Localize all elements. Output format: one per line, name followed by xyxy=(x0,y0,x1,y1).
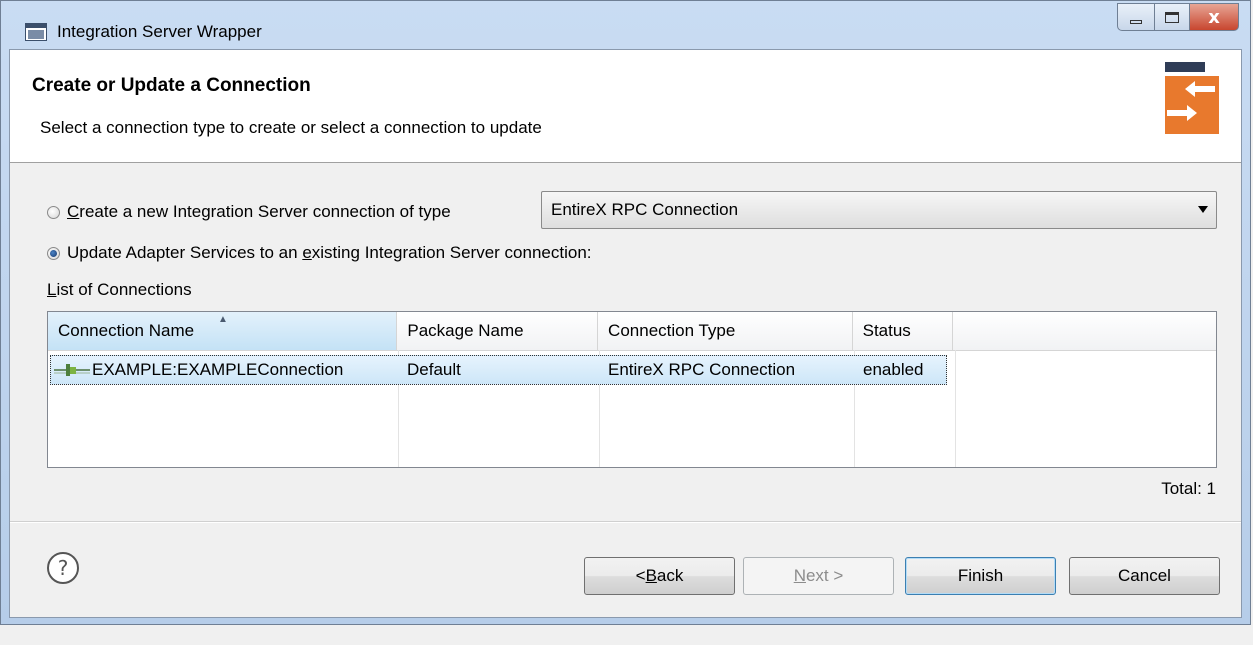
close-button[interactable]: x xyxy=(1189,3,1239,31)
column-header-label: Connection Name xyxy=(58,321,195,340)
connection-name-text: EXAMPLE:EXAMPLEConnection xyxy=(92,360,344,379)
connection-wizard-icon xyxy=(1165,62,1219,134)
column-header-filler xyxy=(953,312,1216,350)
sort-ascending-icon: ▲ xyxy=(218,314,228,325)
back-button[interactable]: < Back xyxy=(584,557,735,595)
create-connection-label: Create a new Integration Server connecti… xyxy=(67,202,451,221)
connections-table[interactable]: Connection Name ▲ Package Name Connectio… xyxy=(47,311,1217,468)
maximize-button[interactable] xyxy=(1154,3,1190,31)
page-subtitle: Select a connection type to create or se… xyxy=(40,118,542,137)
minimize-icon xyxy=(1130,20,1142,24)
update-connection-option[interactable]: Update Adapter Services to an existing I… xyxy=(47,243,592,263)
column-header-label: Package Name xyxy=(407,321,524,340)
wizard-header: Create or Update a Connection Select a c… xyxy=(10,50,1241,163)
column-divider xyxy=(955,350,956,467)
app-window-icon xyxy=(25,23,47,41)
cell-connection-type: EntireX RPC Connection xyxy=(608,360,796,379)
page-title: Create or Update a Connection xyxy=(32,75,311,96)
cell-package-name: Default xyxy=(407,360,461,379)
divider xyxy=(10,521,1241,523)
connection-type-select[interactable]: EntireX RPC Connection xyxy=(541,191,1217,229)
dialog-window: Integration Server Wrapper x Create or U… xyxy=(0,0,1251,625)
cell-connection-name: EXAMPLE:EXAMPLEConnection xyxy=(51,356,399,384)
minimize-button[interactable] xyxy=(1117,3,1155,31)
table-header: Connection Name ▲ Package Name Connectio… xyxy=(48,312,1216,351)
connection-type-value: EntireX RPC Connection xyxy=(551,200,739,219)
window-title: Integration Server Wrapper xyxy=(57,22,262,41)
help-button[interactable]: ? xyxy=(46,551,80,585)
title-bar[interactable]: Integration Server Wrapper x xyxy=(1,1,1250,49)
update-connection-radio[interactable] xyxy=(47,246,60,260)
maximize-icon xyxy=(1165,11,1179,23)
update-connection-label: Update Adapter Services to an existing I… xyxy=(67,243,592,262)
connection-plug-icon xyxy=(54,364,90,376)
svg-text:?: ? xyxy=(58,556,69,580)
list-of-connections-label: List of Connections xyxy=(47,280,192,299)
column-header-label: Connection Type xyxy=(608,321,736,340)
column-header-connection-type[interactable]: Connection Type xyxy=(598,312,853,350)
cell-status: enabled xyxy=(863,360,924,379)
create-connection-radio[interactable] xyxy=(47,205,60,219)
close-icon: x xyxy=(1208,6,1220,28)
column-header-label: Status xyxy=(862,321,911,340)
cancel-button[interactable]: Cancel xyxy=(1069,557,1220,595)
chevron-down-icon[interactable] xyxy=(1198,206,1208,213)
dialog-client-area: Create or Update a Connection Select a c… xyxy=(9,49,1242,618)
column-header-connection-name[interactable]: Connection Name ▲ xyxy=(48,312,398,350)
finish-button[interactable]: Finish xyxy=(905,557,1056,595)
column-header-status[interactable]: Status xyxy=(853,312,954,350)
next-button[interactable]: Next > xyxy=(743,557,894,595)
table-row[interactable]: EXAMPLE:EXAMPLEConnection Default Entire… xyxy=(50,355,947,385)
column-header-package-name[interactable]: Package Name xyxy=(397,312,599,350)
create-connection-option[interactable]: Create a new Integration Server connecti… xyxy=(47,202,451,222)
total-count: Total: 1 xyxy=(1161,479,1216,498)
